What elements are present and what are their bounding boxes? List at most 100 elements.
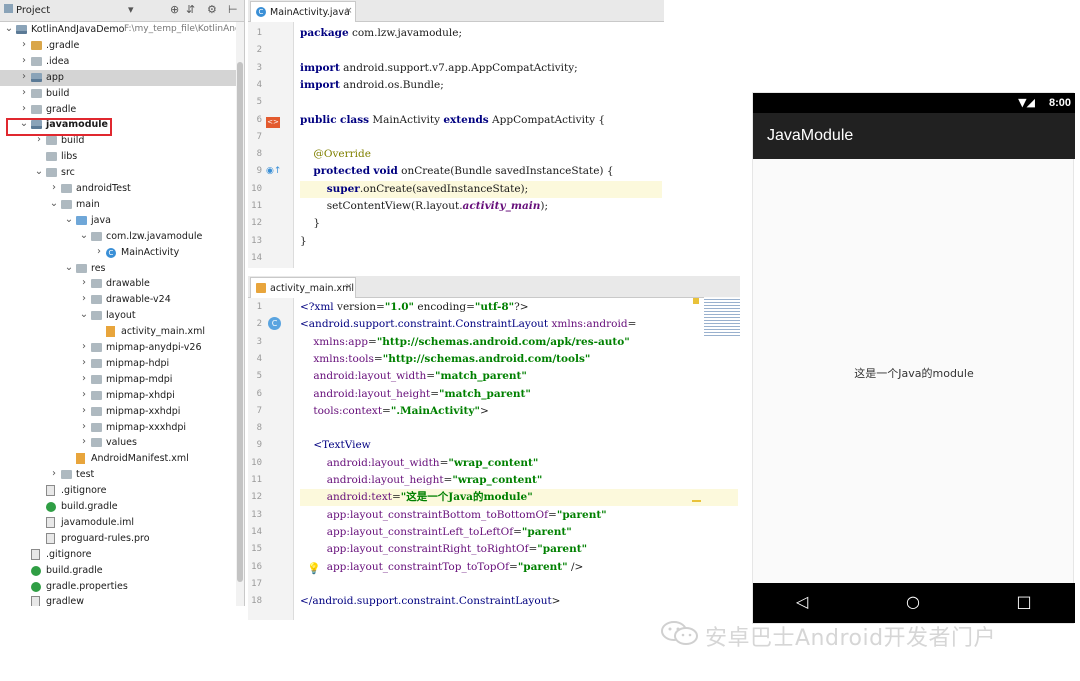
chevron-down-icon[interactable]: ⌄ (34, 166, 44, 177)
tab-activity-main[interactable]: activity_main.xml × (250, 277, 356, 298)
code-line[interactable]: setContentView(R.layout.activity_main); (300, 198, 662, 215)
tree-item[interactable]: ⌄ src (0, 165, 244, 181)
tree-item[interactable]: gradle.properties (0, 579, 244, 595)
code-line[interactable]: @Override (300, 146, 662, 163)
gear-icon[interactable]: ⚙ (207, 3, 217, 16)
tree-item[interactable]: › mipmap-xxhdpi (0, 404, 244, 420)
close-icon[interactable]: × (345, 6, 353, 16)
tree-item[interactable]: ⌄ res (0, 261, 244, 277)
code-line[interactable]: <TextView (300, 437, 738, 454)
chevron-right-icon[interactable]: › (79, 405, 89, 416)
chevron-right-icon[interactable]: › (94, 246, 104, 257)
chevron-down-icon[interactable]: ⌄ (79, 230, 89, 241)
code-line[interactable]: import android.support.v7.app.AppCompatA… (300, 60, 662, 77)
code-line[interactable]: xmlns:tools="http://schemas.android.com/… (300, 351, 738, 368)
tree-item[interactable]: javamodule.iml (0, 515, 244, 531)
layout-preview-gutter-icon[interactable]: C (268, 317, 281, 330)
warning-stripe[interactable] (692, 500, 701, 502)
pin-icon[interactable]: ⊢ (228, 3, 238, 16)
tree-item[interactable]: › drawable (0, 276, 244, 292)
tree-item[interactable]: › mipmap-xhdpi (0, 388, 244, 404)
chevron-down-icon[interactable]: ⌄ (49, 198, 59, 209)
tree-item[interactable]: proguard-rules.pro (0, 531, 244, 547)
code-line[interactable] (300, 94, 662, 111)
chevron-down-icon[interactable]: ⌄ (64, 214, 74, 225)
tab-mainactivity[interactable]: C MainActivity.java × (250, 1, 356, 22)
tree-item[interactable]: › app (0, 69, 244, 86)
tree-item[interactable]: › androidTest (0, 181, 244, 197)
chevron-right-icon[interactable]: › (19, 39, 29, 50)
tree-item[interactable]: › mipmap-xxxhdpi (0, 420, 244, 436)
tree-item[interactable]: › values (0, 435, 244, 451)
tree-item[interactable]: ⌄ KotlinAndJavaDemo F:\my_temp_file\Kotlin… (0, 22, 244, 38)
chevron-right-icon[interactable]: › (79, 277, 89, 288)
scrollbar-thumb[interactable] (237, 62, 243, 582)
chevron-right-icon[interactable]: › (79, 293, 89, 304)
chevron-right-icon[interactable]: › (79, 341, 89, 352)
chevron-down-icon[interactable]: ⌄ (79, 309, 89, 320)
tree-item[interactable]: › .idea (0, 54, 244, 70)
chevron-right-icon[interactable]: › (49, 182, 59, 193)
code-line[interactable]: <android.support.constraint.ConstraintLa… (300, 316, 738, 333)
chevron-right-icon[interactable]: › (79, 357, 89, 368)
sync-icon[interactable]: ⇵ (186, 3, 195, 16)
chevron-right-icon[interactable]: › (79, 389, 89, 400)
tree-item[interactable]: .gitignore (0, 547, 244, 563)
tree-item[interactable]: libs (0, 149, 244, 165)
chevron-right-icon[interactable]: › (49, 468, 59, 479)
chevron-down-icon[interactable]: ⌄ (4, 23, 14, 34)
tree-item[interactable]: › drawable-v24 (0, 292, 244, 308)
tree-item[interactable]: › gradle (0, 102, 244, 118)
code-line[interactable]: super.onCreate(savedInstanceState); (300, 180, 662, 198)
warning-marker-icon[interactable] (693, 298, 699, 304)
code-line[interactable]: android:layout_width="wrap_content" (300, 455, 738, 472)
chevron-right-icon[interactable]: › (19, 55, 29, 66)
home-icon[interactable]: ○ (901, 593, 925, 611)
tree-item[interactable]: .gitignore (0, 483, 244, 499)
code-line[interactable]: app:layout_constraintBottom_toBottomOf="… (300, 507, 738, 524)
code-line[interactable] (300, 129, 662, 146)
back-icon[interactable]: ◁ (790, 593, 814, 611)
chevron-down-icon[interactable]: ⌄ (64, 262, 74, 273)
code-line[interactable]: android:layout_height="wrap_content" (300, 472, 738, 489)
tree-item[interactable]: ⌄ main (0, 197, 244, 213)
tree-item[interactable]: build.gradle (0, 563, 244, 579)
run-gutter-icon[interactable]: <> (266, 117, 280, 128)
globe-icon[interactable]: ⊕ (170, 3, 179, 16)
tree-item[interactable]: build.gradle (0, 499, 244, 515)
code-line[interactable]: public class MainActivity extends AppCom… (300, 112, 662, 129)
code-line[interactable]: xmlns:app="http://schemas.android.com/ap… (300, 334, 738, 351)
chevron-right-icon[interactable]: › (79, 373, 89, 384)
lightbulb-icon[interactable]: 💡 (307, 562, 321, 575)
code-line[interactable]: android:text="这是一个Java的module" (300, 489, 738, 507)
close-icon[interactable]: × (345, 282, 353, 292)
tree-item[interactable]: › mipmap-anydpi-v26 (0, 340, 244, 356)
code-line[interactable]: } (300, 233, 662, 250)
tree-item[interactable]: › test (0, 467, 244, 483)
tree-item[interactable]: AndroidManifest.xml (0, 451, 244, 467)
dropdown-icon[interactable]: ▾ (128, 3, 134, 16)
code-line[interactable]: android:layout_width="match_parent" (300, 368, 738, 385)
tree-item[interactable]: › .gradle (0, 38, 244, 54)
code-line[interactable]: android:layout_height="match_parent" (300, 386, 738, 403)
code-line[interactable]: app:layout_constraintLeft_toLeftOf="pare… (300, 524, 738, 541)
chevron-right-icon[interactable]: › (19, 71, 29, 82)
chevron-right-icon[interactable]: › (19, 87, 29, 98)
tree-item[interactable]: › mipmap-hdpi (0, 356, 244, 372)
code-line[interactable]: app:layout_constraintRight_toRightOf="pa… (300, 541, 738, 558)
tree-item[interactable]: activity_main.xml (0, 324, 244, 340)
recents-icon[interactable]: □ (1012, 593, 1036, 611)
override-gutter-icon[interactable]: ◉↑ (266, 166, 281, 176)
tree-item[interactable]: › C MainActivity (0, 245, 244, 261)
code-line[interactable]: </android.support.constraint.ConstraintL… (300, 593, 738, 610)
code-line[interactable] (300, 420, 738, 437)
xml-minimap[interactable] (704, 297, 740, 337)
chevron-right-icon[interactable]: › (19, 103, 29, 114)
tree-scrollbar[interactable] (236, 22, 244, 606)
code-line[interactable] (300, 576, 738, 593)
tree-item[interactable]: ⌄ layout (0, 308, 244, 324)
tree-item[interactable]: › build (0, 86, 244, 102)
code-line[interactable]: package com.lzw.javamodule; (300, 25, 662, 42)
tree-item[interactable]: ⌄ com.lzw.javamodule (0, 229, 244, 245)
code-line[interactable]: protected void onCreate(Bundle savedInst… (300, 163, 662, 180)
